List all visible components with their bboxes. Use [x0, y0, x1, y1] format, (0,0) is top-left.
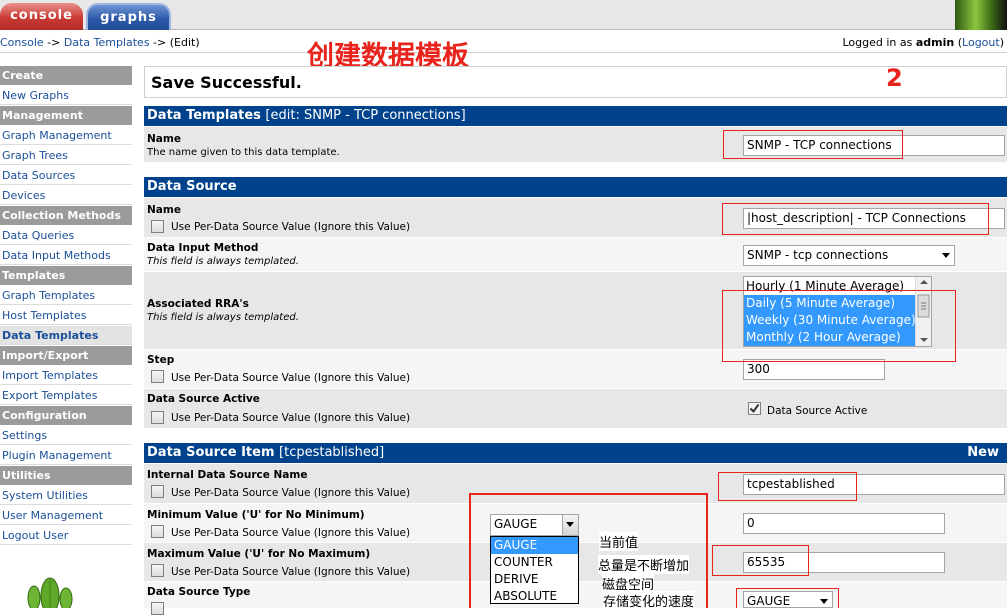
sidebar-item-export-templates[interactable]: Export Templates — [0, 386, 132, 405]
per-source-checkbox[interactable] — [151, 370, 164, 383]
sidebar-item-logout-user[interactable]: Logout User — [0, 526, 132, 545]
field-label: Internal Data Source Name — [147, 469, 308, 481]
cacti-logo — [955, 0, 1007, 30]
field-label: Data Source Type — [147, 586, 251, 598]
field-description-text: This field is always templated. — [147, 256, 299, 267]
sidebar-item-system-utilities[interactable]: System Utilities — [0, 486, 132, 505]
logout-link[interactable]: Logout — [962, 36, 1000, 49]
field-label: Maximum Value ('U' for No Maximum) — [147, 548, 371, 560]
save-message: Save Successful. — [151, 73, 302, 92]
sidebar-header-templates: Templates — [0, 266, 132, 285]
sidebar-header-management: Management — [0, 106, 132, 125]
annotation-box — [723, 130, 903, 159]
sidebar-item-settings[interactable]: Settings — [0, 426, 132, 445]
field-label: Data Source Active — [147, 393, 260, 405]
checkbox-label: Use Per-Data Source Value (Ignore this V… — [171, 527, 411, 539]
sidebar-item-host-templates[interactable]: Host Templates — [0, 306, 132, 325]
annotation-box — [722, 203, 989, 235]
item-min-input[interactable]: 0 — [743, 513, 945, 534]
checkbox-label: Use Per-Data Source Value (Ignore this V… — [171, 412, 411, 424]
ds-input-method-value: SNMP - tcp connections — [747, 248, 889, 262]
message-box: Save Successful. — [144, 66, 1007, 98]
section-title: Data Templates — [147, 108, 261, 123]
field-description-text: This field is always templated. — [147, 312, 299, 323]
field-label: Name — [147, 204, 181, 216]
field-description: This field is always templated. — [147, 312, 299, 323]
sidebar-item-graph-templates[interactable]: Graph Templates — [0, 286, 132, 305]
field-label: Name — [147, 133, 181, 145]
breadcrumb-separator: -> — [47, 36, 61, 49]
per-source-checkbox[interactable] — [151, 602, 164, 615]
cactus-icon — [27, 577, 73, 608]
login-user: admin — [915, 36, 955, 49]
tab-graphs[interactable]: graphs — [86, 3, 171, 30]
per-source-checkbox[interactable] — [151, 485, 164, 498]
checkbox-label: Use Per-Data Source Value (Ignore this V… — [171, 566, 411, 578]
top-bar: console graphs — [0, 0, 1007, 30]
per-source-checkbox[interactable] — [151, 525, 164, 538]
breadcrumb-current: (Edit) — [169, 36, 200, 49]
per-source-checkbox[interactable] — [151, 564, 164, 577]
chevron-down-icon — [942, 253, 950, 258]
sidebar-item-devices[interactable]: Devices — [0, 186, 132, 205]
field-label: Step — [147, 354, 175, 366]
checkbox-label: Use Per-Data Source Value (Ignore this V… — [171, 372, 411, 384]
annotation-box — [469, 493, 708, 608]
sidebar-header-import-export: Import/Export — [0, 346, 132, 365]
annotation-step-number: 2 — [886, 64, 903, 92]
section-edit-label: [edit: SNMP - TCP connections] — [265, 108, 466, 123]
ds-active-checkbox[interactable] — [748, 402, 761, 415]
sidebar-item-user-management[interactable]: User Management — [0, 506, 132, 525]
checkmark-icon — [749, 403, 760, 414]
sidebar-item-plugin-management[interactable]: Plugin Management — [0, 446, 132, 465]
section-header-data-source-item: Data Source Item [tcpestablished] New — [144, 443, 1007, 463]
section-title: Data Source — [147, 179, 237, 194]
annotation-box — [722, 290, 956, 362]
breadcrumb: Console -> Data Templates -> (Edit) — [0, 36, 200, 49]
sidebar-item-graph-management[interactable]: Graph Management — [0, 126, 132, 145]
sidebar-item-data-input-methods[interactable]: Data Input Methods — [0, 246, 132, 265]
field-description: The name given to this data template. — [147, 147, 340, 158]
login-prefix: Logged in as — [842, 36, 913, 49]
annotation-box — [712, 545, 809, 576]
sidebar-header-utilities: Utilities — [0, 466, 132, 485]
sidebar-header-configuration: Configuration — [0, 406, 132, 425]
ds-active-label: Data Source Active — [767, 405, 868, 417]
sidebar-item-data-templates[interactable]: Data Templates — [0, 326, 132, 345]
breadcrumb-console-link[interactable]: Console — [0, 36, 44, 49]
field-description: This field is always templated. — [147, 256, 299, 267]
breadcrumb-bar: Console -> Data Templates -> (Edit) Logg… — [0, 31, 1007, 53]
sidebar: Create New Graphs Management Graph Manag… — [0, 66, 132, 546]
field-label: Data Input Method — [147, 242, 259, 254]
sidebar-header-collection-methods: Collection Methods — [0, 206, 132, 225]
checkbox-label: Use Per-Data Source Value (Ignore this V… — [171, 221, 411, 233]
breadcrumb-separator: -> — [153, 36, 167, 49]
per-source-checkbox[interactable] — [151, 411, 164, 424]
ds-step-input[interactable]: 300 — [743, 359, 885, 380]
row-ds-active: Data Source Active Use Per-Data Source V… — [144, 389, 1007, 428]
per-source-checkbox[interactable] — [151, 220, 164, 233]
sidebar-header-create: Create — [0, 66, 132, 85]
section-item-name: [tcpestablished] — [279, 445, 385, 460]
sidebar-item-data-queries[interactable]: Data Queries — [0, 226, 132, 245]
login-status: Logged in as admin (Logout) — [842, 36, 1004, 49]
checkbox-label: Use Per-Data Source Value (Ignore this V… — [171, 487, 411, 499]
annotation-box — [718, 472, 857, 501]
section-header-data-source: Data Source — [144, 177, 1007, 197]
sidebar-item-data-sources[interactable]: Data Sources — [0, 166, 132, 185]
annotation-box — [736, 588, 839, 608]
field-label: Associated RRA's — [147, 298, 249, 310]
ds-input-method-select[interactable]: SNMP - tcp connections — [743, 245, 955, 266]
sidebar-item-import-templates[interactable]: Import Templates — [0, 366, 132, 385]
field-label: Minimum Value ('U' for No Minimum) — [147, 509, 365, 521]
section-header-data-templates: Data Templates [edit: SNMP - TCP connect… — [144, 106, 1007, 126]
new-item-link[interactable]: New — [967, 443, 999, 463]
tab-console[interactable]: console — [0, 3, 83, 30]
section-title: Data Source Item — [147, 445, 275, 460]
sidebar-item-new-graphs[interactable]: New Graphs — [0, 86, 132, 105]
sidebar-item-graph-trees[interactable]: Graph Trees — [0, 146, 132, 165]
breadcrumb-data-templates-link[interactable]: Data Templates — [64, 36, 150, 49]
